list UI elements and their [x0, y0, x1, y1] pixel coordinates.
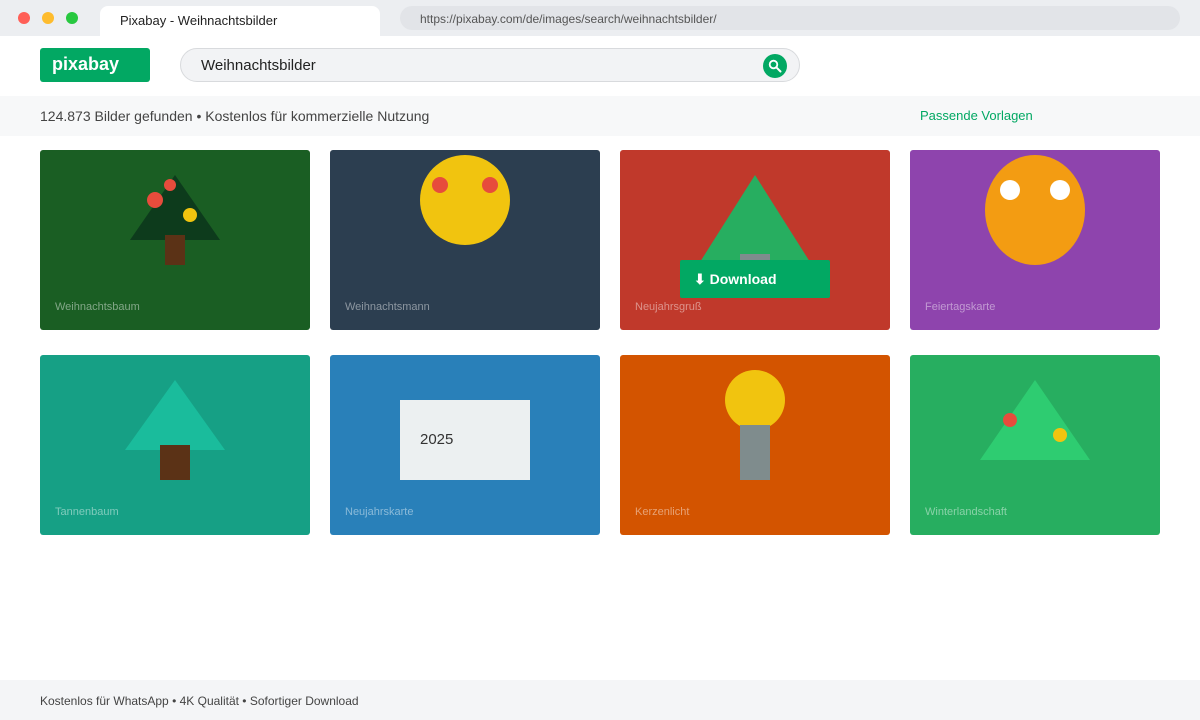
image-card-tannenbaum[interactable]: Tannenbaum	[40, 355, 310, 535]
card-label: Kerzenlicht	[635, 506, 690, 518]
card-label: Feiertagskarte	[925, 301, 996, 313]
minimize-window-button[interactable]	[42, 12, 54, 24]
image-card-weihnachtsmann[interactable]: Weihnachtsmann	[330, 150, 600, 330]
download-button[interactable]: ⬇ Download	[680, 260, 830, 298]
image-card-feiertagskarte[interactable]: Feiertagskarte	[910, 150, 1160, 330]
browser-titlebar: Pixabay - Weihnachtsbilder https://pixab…	[0, 0, 1200, 36]
maximize-window-button[interactable]	[66, 12, 78, 24]
templates-link[interactable]: Passende Vorlagen	[920, 108, 1033, 123]
results-count: 124.873 Bilder gefunden • Kostenlos für …	[40, 108, 430, 124]
pixabay-logo[interactable]: pixabay	[40, 48, 150, 82]
search-button[interactable]	[763, 54, 787, 78]
card-label: Neujahrskarte	[345, 506, 414, 518]
search-input[interactable]: Weihnachtsbilder	[180, 48, 800, 82]
card-year-text: 2025	[420, 431, 454, 448]
footer-text: Kostenlos für WhatsApp • 4K Qualität • S…	[40, 694, 359, 708]
card-label: Winterlandschaft	[925, 506, 1007, 518]
browser-tab[interactable]: Pixabay - Weihnachtsbilder	[100, 6, 380, 36]
image-card-winterlandschaft[interactable]: Winterlandschaft	[910, 355, 1160, 535]
image-card-weihnachtsbaum[interactable]: Weihnachtsbaum	[40, 150, 310, 330]
close-window-button[interactable]	[18, 12, 30, 24]
search-icon	[768, 59, 782, 73]
card-label: Weihnachtsbaum	[55, 301, 140, 313]
address-bar[interactable]: https://pixabay.com/de/images/search/wei…	[400, 6, 1180, 30]
card-label: Weihnachtsmann	[345, 301, 430, 313]
image-card-kerzenlicht[interactable]: Kerzenlicht	[620, 355, 890, 535]
results-infobar: 124.873 Bilder gefunden • Kostenlos für …	[0, 96, 1200, 136]
image-card-neujahrskarte[interactable]: 2025 Neujahrskarte	[330, 355, 600, 535]
site-header: pixabay Weihnachtsbilder	[0, 36, 1200, 96]
card-label: Tannenbaum	[55, 506, 119, 518]
footer-bar: Kostenlos für WhatsApp • 4K Qualität • S…	[0, 680, 1200, 720]
card-label: Neujahrsgruß	[635, 301, 702, 313]
image-card-neujahrsgruss[interactable]: ⬇ Download Neujahrsgruß	[620, 150, 890, 330]
